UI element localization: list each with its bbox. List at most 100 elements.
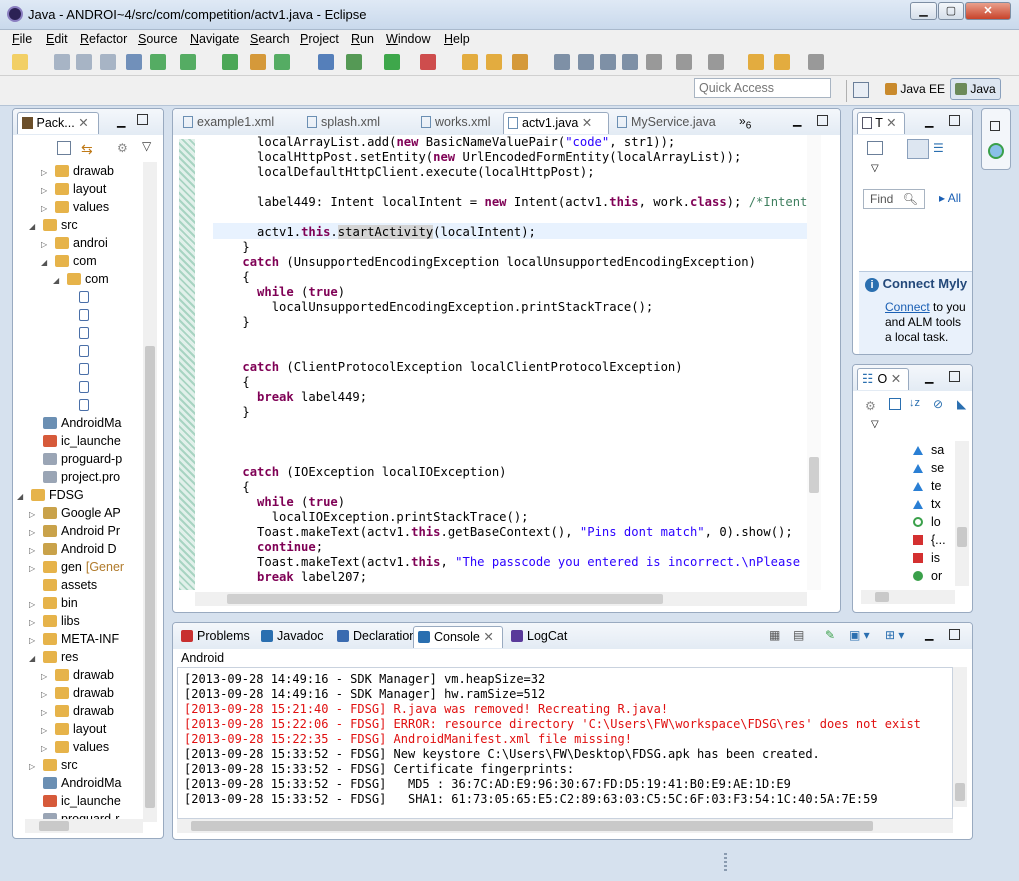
outline-item[interactable]: lo	[913, 513, 941, 531]
tree-item[interactable]: ◢ com	[53, 270, 109, 288]
open-project-icon[interactable]	[486, 54, 502, 70]
tree-item[interactable]: ▷ Android D	[29, 540, 117, 558]
refresh-icon[interactable]	[274, 54, 290, 70]
editor-tab[interactable]: works.xml	[417, 112, 497, 134]
editor-tab[interactable]: actv1.java ✕	[503, 112, 609, 134]
menu-file[interactable]: File	[12, 32, 32, 46]
last-edit-icon[interactable]	[708, 54, 724, 70]
scroll-thumb[interactable]	[191, 821, 873, 831]
perspective-java[interactable]: Java	[950, 78, 1001, 100]
tree-item[interactable]: ic_launche	[29, 792, 121, 810]
tree-item[interactable]: ic_launche	[29, 432, 121, 450]
task-icon[interactable]	[600, 54, 616, 70]
menu-refactor[interactable]: Refactor	[80, 32, 127, 46]
maximize-view-icon[interactable]	[817, 115, 828, 126]
tree-item[interactable]: ▷ values	[41, 198, 109, 216]
close-icon[interactable]: ✕	[480, 630, 493, 644]
maximize-view-icon[interactable]	[949, 115, 960, 126]
go-back-arrow-icon[interactable]	[774, 54, 790, 70]
annotation-icon[interactable]	[554, 54, 570, 70]
android-sdk-icon[interactable]	[150, 54, 166, 70]
collapse-all-icon[interactable]: ⚙	[865, 399, 876, 413]
restore-icon[interactable]	[990, 121, 1000, 131]
editor-tab[interactable]: splash.xml	[303, 112, 411, 134]
menu-search[interactable]: Search	[250, 32, 290, 46]
close-icon[interactable]: ✕	[578, 116, 592, 130]
scroll-thumb[interactable]	[957, 527, 967, 547]
perspective-java-ee[interactable]: Java EE	[880, 78, 950, 100]
outline-icon[interactable]	[622, 54, 638, 70]
more-tabs-indicator[interactable]: »6	[739, 114, 751, 131]
sort-icon[interactable]	[889, 398, 901, 410]
editor-vertical-scrollbar[interactable]	[807, 135, 821, 590]
save-icon[interactable]	[54, 54, 70, 70]
scroll-thumb[interactable]	[955, 783, 965, 801]
display-console-icon[interactable]: ▣ ▾	[849, 628, 870, 642]
collapse-all-icon[interactable]	[57, 141, 71, 155]
link-editor-icon[interactable]: ⇆	[81, 141, 93, 158]
minimize-button[interactable]: ▁	[910, 2, 937, 20]
tree-item[interactable]: ◢ FDSG	[17, 486, 84, 504]
tree-item[interactable]	[65, 396, 93, 414]
bottom-tab[interactable]: Declaration	[333, 626, 416, 648]
menu-navigate[interactable]: Navigate	[190, 32, 239, 46]
chevron-down-icon[interactable]: ▽	[142, 139, 151, 153]
hide-static-icon[interactable]: ◣	[957, 397, 966, 411]
debug-icon[interactable]	[346, 54, 362, 70]
scroll-thumb[interactable]	[809, 457, 819, 493]
tab-outline[interactable]: ☷ O ✕	[857, 368, 909, 390]
outline-item[interactable]: is	[913, 549, 940, 567]
tree-item[interactable]: ▷ drawab	[41, 702, 114, 720]
tree-item[interactable]	[65, 306, 93, 324]
tree-item[interactable]: ▷ values	[41, 738, 109, 756]
tree-item[interactable]: ▷ gen [Gener	[29, 558, 124, 576]
outline-horizontal-scrollbar[interactable]	[861, 590, 955, 604]
tree-item[interactable]: ◢ com	[41, 252, 97, 270]
package-vertical-scrollbar[interactable]	[143, 162, 157, 822]
save-all-icon[interactable]	[76, 54, 92, 70]
editor-tab[interactable]: MyService.java	[613, 112, 733, 134]
code-area[interactable]: localArrayList.add(new BasicNameValuePai…	[213, 135, 807, 590]
tree-item[interactable]: ▷ drawab	[41, 684, 114, 702]
go-forward-icon[interactable]	[808, 54, 824, 70]
minimize-view-icon[interactable]: ▁	[117, 115, 125, 128]
tree-item[interactable]: project.pro	[29, 468, 120, 486]
tree-item[interactable]	[65, 324, 93, 342]
open-folder-icon[interactable]	[462, 54, 478, 70]
outline-item[interactable]: {...	[913, 531, 946, 549]
tree-item[interactable]: ▷ Google AP	[29, 504, 121, 522]
outline-item[interactable]: sa	[913, 441, 944, 459]
maximize-view-icon[interactable]	[137, 114, 148, 125]
close-button[interactable]: ✕	[965, 2, 1011, 20]
editor-tab[interactable]: example1.xml	[179, 112, 297, 134]
quick-access-input[interactable]	[694, 78, 831, 98]
bottom-tab[interactable]: Problems	[177, 626, 253, 648]
scroll-thumb[interactable]	[39, 821, 69, 831]
menu-source[interactable]: Source	[138, 32, 178, 46]
open-console-icon[interactable]: ⊞ ▾	[885, 628, 904, 642]
chevron-down-icon[interactable]: ▽	[871, 419, 879, 430]
minimize-view-icon[interactable]: ▁	[793, 114, 801, 127]
new-task-icon[interactable]	[867, 141, 883, 155]
menu-project[interactable]: Project	[300, 32, 339, 46]
print-icon[interactable]	[100, 54, 116, 70]
go-back-icon[interactable]	[748, 54, 764, 70]
tree-item[interactable]: ▷ Android Pr	[29, 522, 120, 540]
tree-item[interactable]: ▷ libs	[29, 612, 80, 630]
tree-item[interactable]: AndroidMa	[29, 414, 121, 432]
minimize-view-icon[interactable]: ▁	[925, 371, 933, 384]
menu-run[interactable]: Run	[351, 32, 374, 46]
bottom-tab[interactable]: LogCat	[507, 626, 583, 648]
tree-item[interactable]: proguard-p	[29, 450, 122, 468]
bottom-tab[interactable]: Javadoc	[257, 626, 329, 648]
tree-item[interactable]: AndroidMa	[29, 774, 121, 792]
tree-item[interactable]	[65, 360, 93, 378]
new-class-icon[interactable]	[250, 54, 266, 70]
search-icon[interactable]	[512, 54, 528, 70]
clear-console-icon[interactable]: ▦	[769, 628, 780, 642]
outline-item[interactable]: se	[913, 459, 944, 477]
outline-item[interactable]: te	[913, 477, 941, 495]
run-icon[interactable]	[384, 54, 400, 70]
tree-item[interactable]: assets	[29, 576, 97, 594]
scroll-lock-icon[interactable]: ▤	[793, 628, 804, 642]
